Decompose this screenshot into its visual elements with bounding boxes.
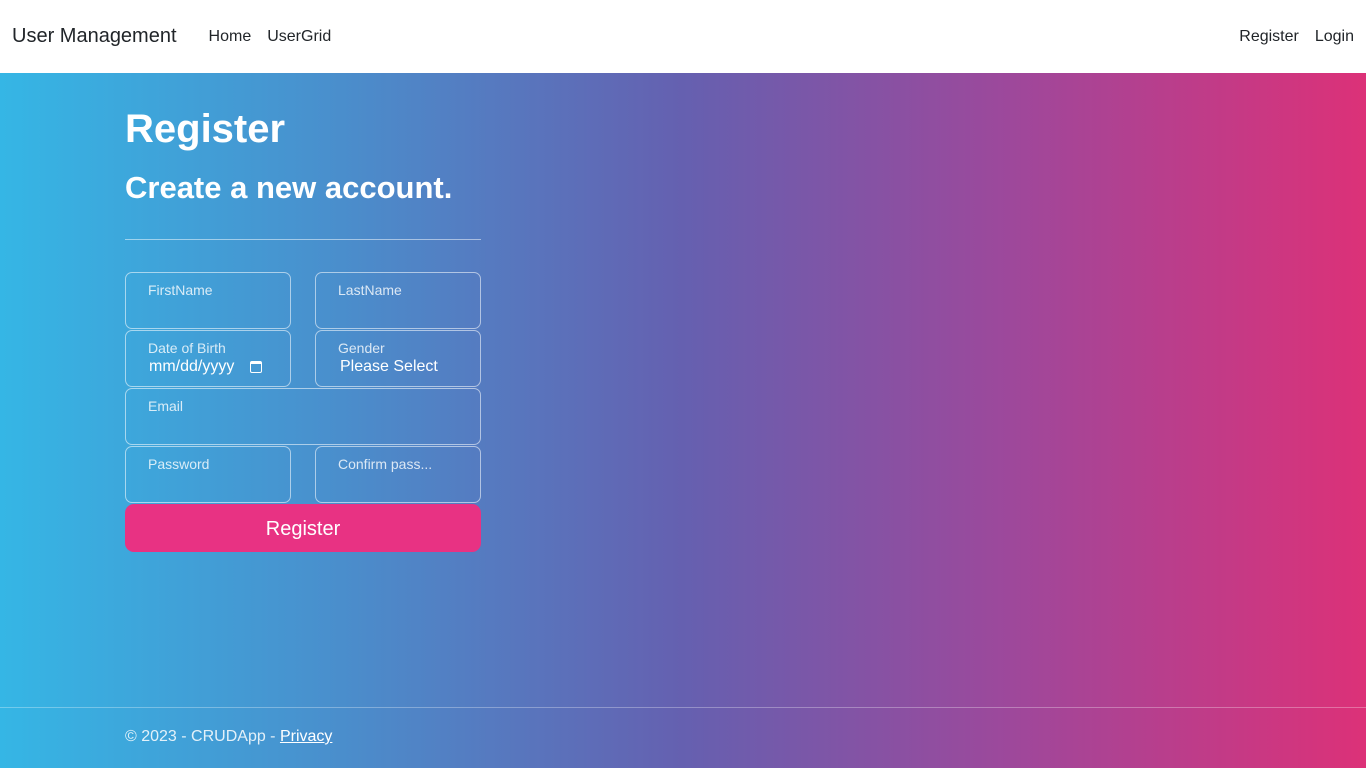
first-name-label: FirstName	[148, 282, 213, 298]
nav-left: User Management Home UserGrid	[12, 25, 339, 48]
nav-usergrid-link[interactable]: UserGrid	[259, 28, 339, 46]
nav-register-link[interactable]: Register	[1223, 28, 1299, 46]
email-field[interactable]: Email	[125, 388, 481, 445]
page-subtitle: Create a new account.	[125, 170, 453, 205]
nav-home-link[interactable]: Home	[201, 28, 260, 46]
top-navbar: User Management Home UserGrid Register L…	[0, 0, 1366, 73]
nav-login-link[interactable]: Login	[1299, 28, 1354, 46]
gender-select[interactable]: Gender Please Select	[315, 330, 481, 387]
privacy-link[interactable]: Privacy	[280, 728, 332, 745]
section-divider	[125, 239, 481, 240]
main-content: Register Create a new account. FirstName…	[0, 73, 1366, 768]
date-of-birth-value: mm/dd/yyyy	[149, 358, 235, 375]
footer-divider	[0, 707, 1366, 708]
footer-copyright: © 2023 - CRUDApp -	[125, 728, 280, 745]
gender-label: Gender	[338, 340, 385, 356]
register-button[interactable]: Register	[125, 504, 481, 552]
nav-right: Register Login	[1223, 28, 1354, 46]
date-of-birth-label: Date of Birth	[148, 340, 226, 356]
brand-link[interactable]: User Management	[12, 25, 177, 48]
last-name-label: LastName	[338, 282, 402, 298]
password-field[interactable]: Password	[125, 446, 291, 503]
confirm-password-field[interactable]: Confirm pass...	[315, 446, 481, 503]
calendar-icon[interactable]	[250, 361, 262, 373]
first-name-field[interactable]: FirstName	[125, 272, 291, 329]
last-name-field[interactable]: LastName	[315, 272, 481, 329]
footer: © 2023 - CRUDApp - Privacy	[125, 728, 332, 746]
gender-value: Please Select	[340, 358, 438, 375]
password-label: Password	[148, 456, 210, 472]
page-title: Register	[125, 107, 286, 151]
confirm-password-label: Confirm pass...	[338, 456, 433, 472]
email-label: Email	[148, 398, 184, 414]
date-of-birth-field[interactable]: Date of Birth mm/dd/yyyy	[125, 330, 291, 387]
